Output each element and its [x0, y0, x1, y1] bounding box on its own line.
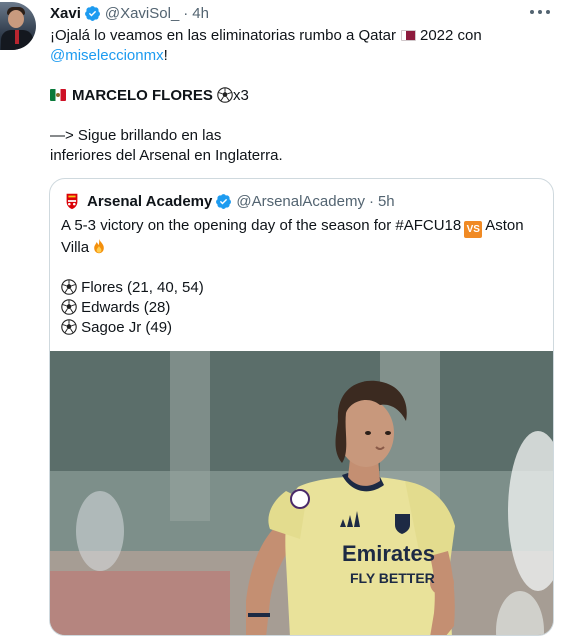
tweet-line-arrow: —> Sigue brillando en las — [50, 127, 222, 144]
author-handle[interactable]: @XaviSol_ — [105, 5, 179, 22]
quoted-timestamp[interactable]: 5h — [378, 193, 395, 210]
quoted-tweet[interactable]: Arsenal Academy @ArsenalAcademy · 5h A 5… — [49, 178, 554, 636]
separator-dot: · — [183, 4, 189, 22]
scorer-1: Flores (21, 40, 54) — [81, 279, 204, 296]
verified-badge-icon — [84, 5, 100, 21]
quoted-tweet-photo[interactable]: Emirates FLY BETTER — [50, 351, 553, 635]
mention-link[interactable]: @miseleccionmx — [50, 47, 164, 64]
mexico-flag-icon — [50, 89, 66, 101]
player-photo: Emirates FLY BETTER — [50, 351, 553, 635]
arsenal-crest-icon — [63, 192, 81, 210]
tweet-header: Xavi @XaviSol_ · 4h — [50, 2, 209, 24]
fire-icon — [94, 238, 104, 254]
qatar-flag-icon — [400, 30, 416, 41]
tweet-line-1-year: 2022 con — [419, 27, 482, 44]
scorer-3: Sagoe Jr (49) — [81, 319, 173, 336]
timestamp[interactable]: 4h — [192, 5, 209, 22]
vs-badge: VS — [464, 221, 483, 238]
quoted-tweet-header: Arsenal Academy @ArsenalAcademy · 5h — [63, 191, 395, 211]
tweet-line-1: ¡Ojalá lo veamos en las eliminatorias ru… — [50, 27, 396, 44]
player-name: MARCELO FLORES — [72, 87, 213, 104]
separator-dot: · — [368, 192, 374, 210]
mention-suffix: ! — [163, 47, 168, 64]
quoted-author-name[interactable]: Arsenal Academy — [87, 193, 212, 210]
more-options-icon[interactable] — [530, 4, 550, 20]
soccer-ball-icon — [217, 87, 233, 103]
quoted-line-2: Villa — [61, 239, 90, 256]
soccer-ball-icon — [61, 299, 77, 315]
shirt-sponsor-text: Emirates — [342, 541, 435, 566]
shirt-sponsor-tagline: FLY BETTER — [350, 570, 435, 586]
soccer-ball-icon — [61, 279, 77, 295]
quoted-line-1: A 5-3 victory on the opening day of the … — [61, 217, 462, 234]
verified-badge-icon — [216, 193, 232, 209]
avatar[interactable] — [0, 2, 36, 50]
quoted-tweet-text: A 5-3 victory on the opening day of the … — [61, 216, 546, 338]
goals-count: x3 — [233, 87, 249, 104]
quoted-line-1-end: Aston — [485, 217, 524, 234]
scorer-2: Edwards (28) — [81, 299, 171, 316]
tweet-line-last: inferiores del Arsenal en Inglaterra. — [50, 147, 283, 164]
author-name[interactable]: Xavi — [50, 5, 81, 22]
soccer-ball-icon — [61, 319, 77, 335]
tweet-text: ¡Ojalá lo veamos en las eliminatorias ru… — [50, 26, 550, 166]
quoted-author-handle[interactable]: @ArsenalAcademy — [236, 193, 365, 210]
